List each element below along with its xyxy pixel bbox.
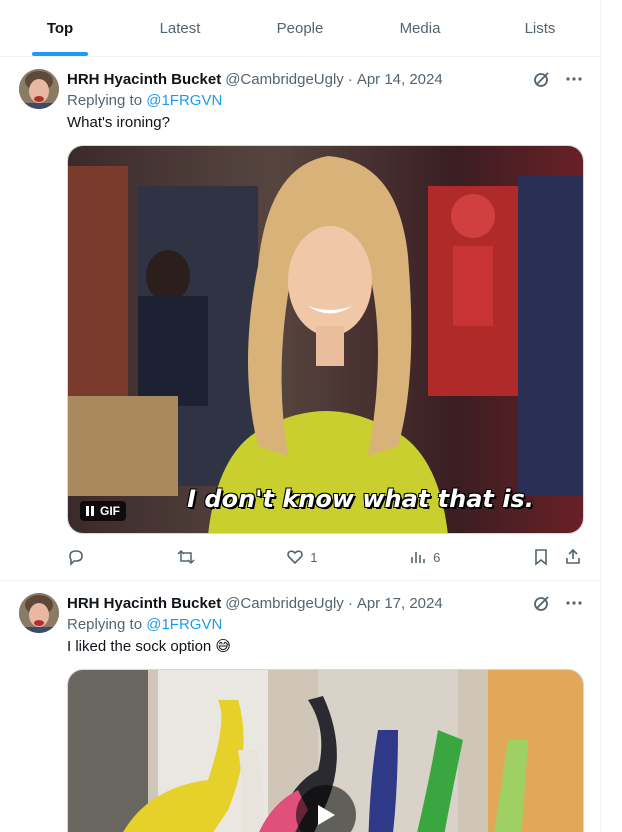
views-icon xyxy=(411,552,425,563)
gif-media[interactable]: I don't know what that is. GIF xyxy=(67,145,584,534)
tab-lists-label: Lists xyxy=(524,19,556,37)
tweet-actions: 1 6 xyxy=(67,534,584,580)
tab-top-label: Top xyxy=(46,19,74,37)
retweet-button[interactable] xyxy=(177,548,195,566)
tweet-date[interactable]: Apr 17, 2024 xyxy=(357,595,443,612)
search-tabs: Top Latest People Media Lists xyxy=(0,0,600,57)
gif-badge[interactable]: GIF xyxy=(80,501,126,521)
tab-media-label: Media xyxy=(399,19,441,37)
like-count: 1 xyxy=(310,549,318,565)
grok-icon[interactable] xyxy=(532,593,552,613)
replying-to-label: Replying to xyxy=(67,92,147,109)
tweet-text: I liked the sock option 😅 xyxy=(67,638,232,655)
heart-icon xyxy=(287,550,304,565)
share-button[interactable] xyxy=(564,548,582,566)
mention-link[interactable]: @1FRGVN xyxy=(146,616,222,633)
video-media[interactable] xyxy=(67,669,584,832)
bookmark-icon xyxy=(535,549,547,566)
more-icon[interactable] xyxy=(564,69,584,89)
pause-icon[interactable] xyxy=(86,506,94,516)
gif-badge-label: GIF xyxy=(100,504,120,518)
tab-people-label: People xyxy=(276,19,324,37)
replying-to: Replying to @1FRGVN xyxy=(67,91,584,111)
tab-media[interactable]: Media xyxy=(360,0,480,56)
view-count: 6 xyxy=(433,549,441,565)
tweet-actions-right xyxy=(532,548,582,566)
replying-to-label: Replying to xyxy=(67,616,147,633)
share-icon xyxy=(566,548,580,564)
tweet-text: What's ironing? xyxy=(67,114,170,131)
user-handle[interactable]: @CambridgeUgly xyxy=(225,595,344,612)
gif-caption: I don't know what that is. xyxy=(187,485,534,513)
display-name[interactable]: HRH Hyacinth Bucket xyxy=(67,595,221,612)
tweet-header: HRH Hyacinth Bucket @CambridgeUgly · Apr… xyxy=(67,69,584,89)
tweet-date[interactable]: Apr 14, 2024 xyxy=(357,71,443,88)
like-button[interactable]: 1 xyxy=(286,548,317,566)
tweet-header: HRH Hyacinth Bucket @CambridgeUgly · Apr… xyxy=(67,593,584,613)
avatar[interactable] xyxy=(19,69,59,109)
tweet-header-icons xyxy=(532,593,584,613)
tweet-header-icons xyxy=(532,69,584,89)
more-icon[interactable] xyxy=(564,593,584,613)
active-tab-underline xyxy=(32,52,88,56)
tab-people[interactable]: People xyxy=(240,0,360,56)
reply-icon xyxy=(69,550,83,566)
tab-lists[interactable]: Lists xyxy=(480,0,600,56)
mention-link[interactable]: @1FRGVN xyxy=(146,92,222,109)
play-icon xyxy=(317,805,335,825)
tweet[interactable]: HRH Hyacinth Bucket @CambridgeUgly · Apr… xyxy=(0,57,600,581)
tweet[interactable]: HRH Hyacinth Bucket @CambridgeUgly · Apr… xyxy=(0,581,600,832)
avatar-image xyxy=(19,69,59,109)
tab-top[interactable]: Top xyxy=(0,0,120,56)
timeline-column: Top Latest People Media Lists HRH Hyacin… xyxy=(0,0,601,832)
display-name[interactable]: HRH Hyacinth Bucket xyxy=(67,71,221,88)
grok-icon[interactable] xyxy=(532,69,552,89)
separator-dot: · xyxy=(347,70,353,88)
gif-image xyxy=(68,146,583,533)
avatar-image xyxy=(19,593,59,633)
avatar[interactable] xyxy=(19,593,59,633)
replying-to: Replying to @1FRGVN xyxy=(67,615,584,635)
views-button[interactable]: 6 xyxy=(409,548,440,566)
retweet-icon xyxy=(177,549,195,565)
reply-button[interactable] xyxy=(67,548,85,566)
bookmark-button[interactable] xyxy=(532,548,550,566)
tab-latest-label: Latest xyxy=(159,19,201,37)
user-handle[interactable]: @CambridgeUgly xyxy=(225,71,344,88)
separator-dot: · xyxy=(347,594,353,612)
tab-latest[interactable]: Latest xyxy=(120,0,240,56)
